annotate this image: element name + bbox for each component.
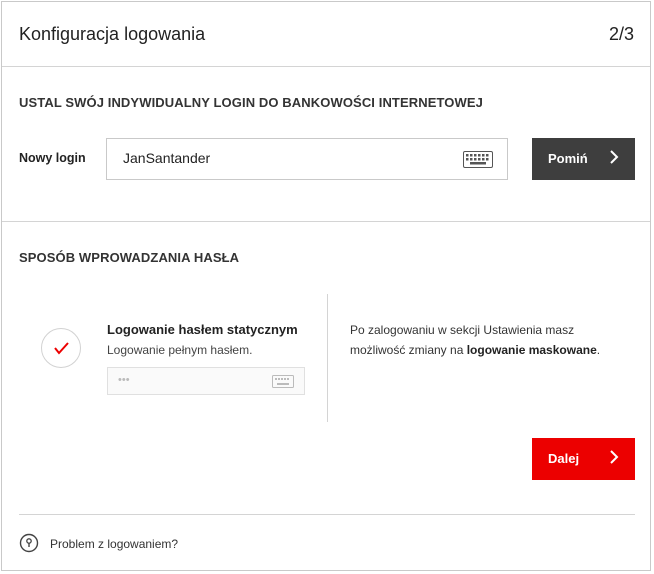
password-preview-field (107, 367, 305, 395)
login-section-heading: USTAL SWÓJ INDYWIDUALNY LOGIN DO BANKOWO… (19, 95, 483, 110)
panel-header: Konfiguracja logowania 2/3 (2, 2, 650, 67)
login-problem-link[interactable]: Problem z logowaniem? (50, 537, 178, 551)
next-button-label: Dalej (548, 451, 580, 466)
keyboard-icon[interactable] (463, 151, 493, 168)
step-indicator: 2/3 (608, 24, 634, 44)
skip-button-label: Pomiń (548, 151, 588, 166)
vertical-divider (327, 294, 328, 422)
static-password-option-subtitle: Logowanie pełnym hasłem. (107, 343, 253, 357)
password-section: SPOSÓB WPROWADZANIA HASŁA Logowanie hasł… (2, 222, 650, 572)
chevron-right-icon (610, 150, 619, 164)
new-login-label: Nowy login (19, 151, 86, 165)
password-preview-input (118, 374, 258, 386)
new-login-field[interactable] (106, 138, 508, 180)
page-title: Konfiguracja logowania (19, 24, 206, 44)
info-text-end: . (596, 343, 601, 357)
help-icon (19, 533, 39, 553)
info-text: Po zalogowaniu w sekcji Ustawienia masz … (350, 320, 630, 360)
static-password-option-title: Logowanie hasłem statycznym (107, 322, 298, 337)
login-section: USTAL SWÓJ INDYWIDUALNY LOGIN DO BANKOWO… (2, 67, 650, 222)
new-login-input[interactable] (123, 150, 443, 166)
skip-button[interactable]: Pomiń (532, 138, 635, 180)
footer-divider (19, 514, 635, 515)
static-password-option-radio[interactable] (41, 328, 81, 368)
next-button[interactable]: Dalej (532, 438, 635, 480)
login-config-panel: Konfiguracja logowania 2/3 USTAL SWÓJ IN… (1, 1, 651, 571)
info-text-bold: logowanie maskowane (466, 343, 597, 357)
chevron-right-icon (610, 450, 619, 464)
checkmark-icon (54, 342, 69, 355)
keyboard-icon (272, 375, 294, 388)
password-section-heading: SPOSÓB WPROWADZANIA HASŁA (19, 250, 240, 265)
